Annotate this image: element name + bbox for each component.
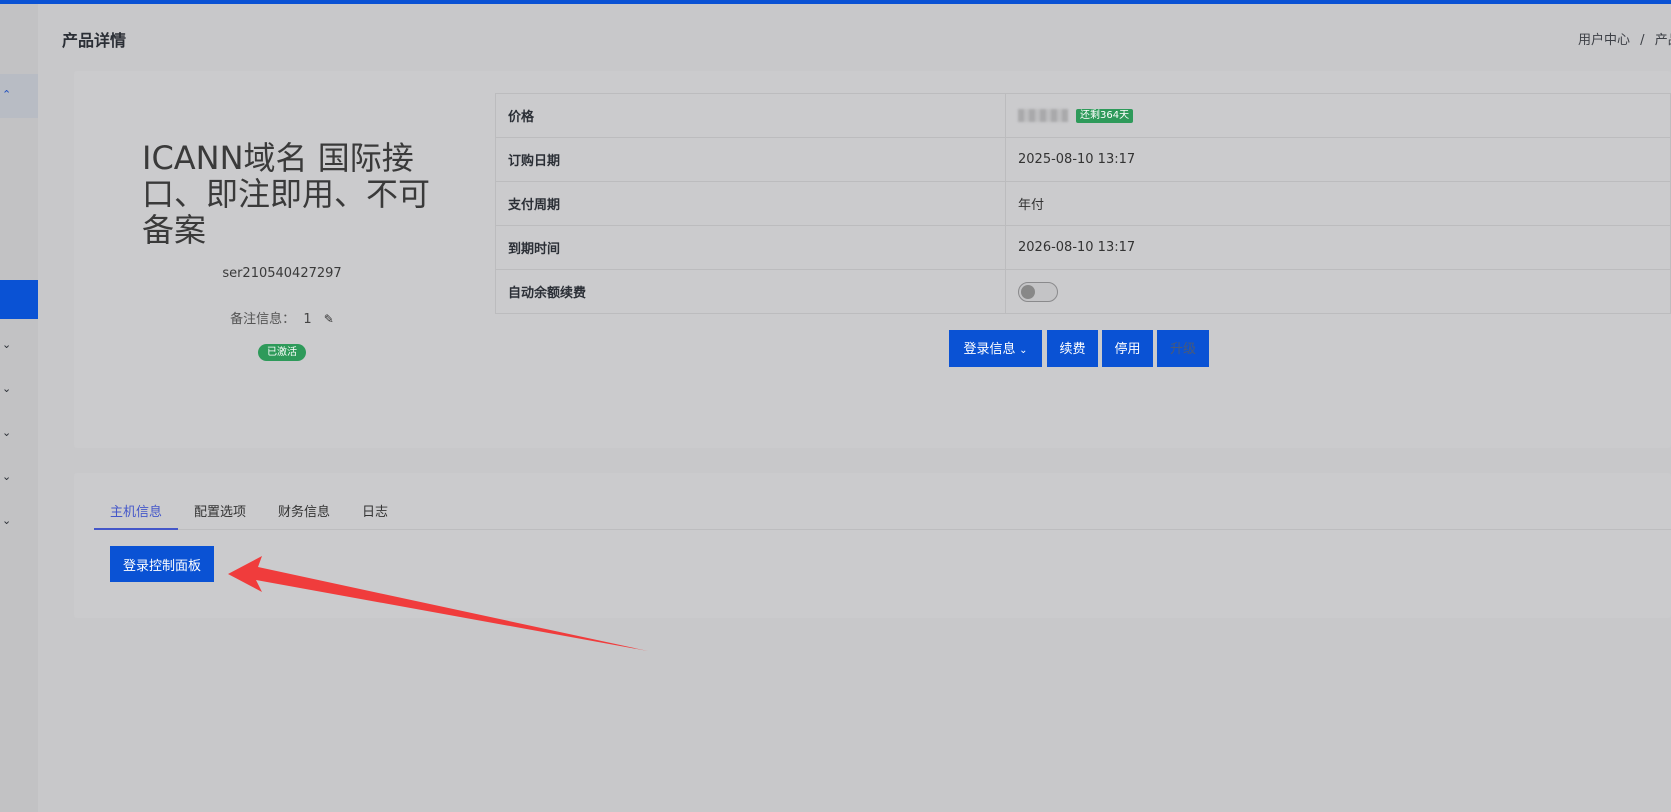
chevron-down-icon: ⌄ [2, 338, 12, 351]
table-row: 到期时间 2026-08-10 13:17 [495, 225, 1671, 270]
table-row: 价格 还剩364天 [495, 93, 1671, 138]
row-label: 支付周期 [495, 181, 1006, 226]
toggle-knob [1021, 284, 1035, 299]
tab-logs[interactable]: 日志 [362, 501, 388, 520]
service-id: ser210540427297 [222, 266, 342, 281]
tab-host-info[interactable]: 主机信息 [110, 501, 162, 520]
price-blurred [1018, 109, 1068, 122]
top-accent-bar [0, 0, 1671, 4]
table-row: 订购日期 2025-08-10 13:17 [495, 137, 1671, 182]
sidebar-item-collapsed[interactable]: ⌄ [0, 412, 38, 456]
remaining-days-badge: 还剩364天 [1076, 108, 1134, 123]
breadcrumb-home[interactable]: 用户中心 [1578, 33, 1630, 48]
chevron-down-icon: ⌄ [1019, 345, 1028, 356]
row-label: 到期时间 [495, 225, 1006, 270]
breadcrumb-current: 产品 [1654, 33, 1671, 48]
status-badge: 已激活 [258, 344, 306, 361]
tab-bar: 主机信息 配置选项 财务信息 日志 [94, 497, 1671, 530]
note-line: 备注信息： 1 ✎ [142, 308, 422, 327]
sidebar-item-collapsed[interactable]: ⌄ [0, 456, 38, 500]
row-value: 2026-08-10 13:17 [1005, 225, 1671, 270]
auto-renew-cell [1005, 269, 1671, 314]
sidebar-item-expanded[interactable]: ⌃ [0, 74, 38, 118]
breadcrumb: 用户中心 / 产品 [1578, 29, 1671, 48]
table-row: 支付周期 年付 [495, 181, 1671, 226]
login-control-panel-button[interactable]: 登录控制面板 [110, 546, 214, 582]
row-label: 自动余额续费 [495, 269, 1006, 314]
chevron-down-icon: ⌄ [2, 382, 12, 395]
price-cell: 还剩364天 [1005, 93, 1671, 138]
note-label: 备注信息： [230, 312, 296, 327]
login-info-label: 登录信息 [963, 341, 1016, 356]
table-row: 自动余额续费 [495, 269, 1671, 314]
sidebar-item-collapsed[interactable]: ⌄ [0, 500, 38, 544]
chevron-down-icon: ⌄ [2, 470, 12, 483]
pencil-icon[interactable]: ✎ [324, 312, 334, 326]
row-value: 2025-08-10 13:17 [1005, 137, 1671, 182]
row-label: 订购日期 [495, 137, 1006, 182]
sidebar-item-collapsed[interactable]: ⌄ [0, 368, 38, 412]
active-tab-indicator [94, 528, 178, 530]
login-info-button[interactable]: 登录信息 ⌄ [949, 330, 1042, 367]
tab-finance-info[interactable]: 财务信息 [278, 501, 330, 520]
chevron-down-icon: ⌄ [2, 426, 12, 439]
tab-config-options[interactable]: 配置选项 [194, 501, 246, 520]
breadcrumb-separator: / [1640, 33, 1645, 48]
auto-renew-toggle[interactable] [1018, 281, 1058, 302]
note-value: 1 [303, 312, 312, 327]
sidebar-item-active[interactable] [0, 280, 38, 319]
product-name: ICANN域名 国际接口、即注即用、不可备案 [142, 139, 431, 249]
page-title: 产品详情 [62, 31, 127, 50]
sidebar: ⌃ ⌄ ⌄ ⌄ ⌄ ⌄ [0, 4, 38, 812]
stop-button[interactable]: 停用 [1102, 330, 1153, 367]
tabs-card [74, 473, 1671, 618]
sidebar-item-collapsed[interactable]: ⌄ [0, 324, 38, 368]
product-details-table: 价格 还剩364天 订购日期 2025-08-10 13:17 支付周期 年付 … [495, 93, 1671, 314]
row-label: 价格 [495, 93, 1006, 138]
chevron-up-icon: ⌃ [2, 88, 12, 101]
chevron-down-icon: ⌄ [2, 514, 12, 527]
row-value: 年付 [1005, 181, 1671, 226]
renew-button[interactable]: 续费 [1047, 330, 1098, 367]
upgrade-button[interactable]: 升级 [1157, 330, 1209, 367]
